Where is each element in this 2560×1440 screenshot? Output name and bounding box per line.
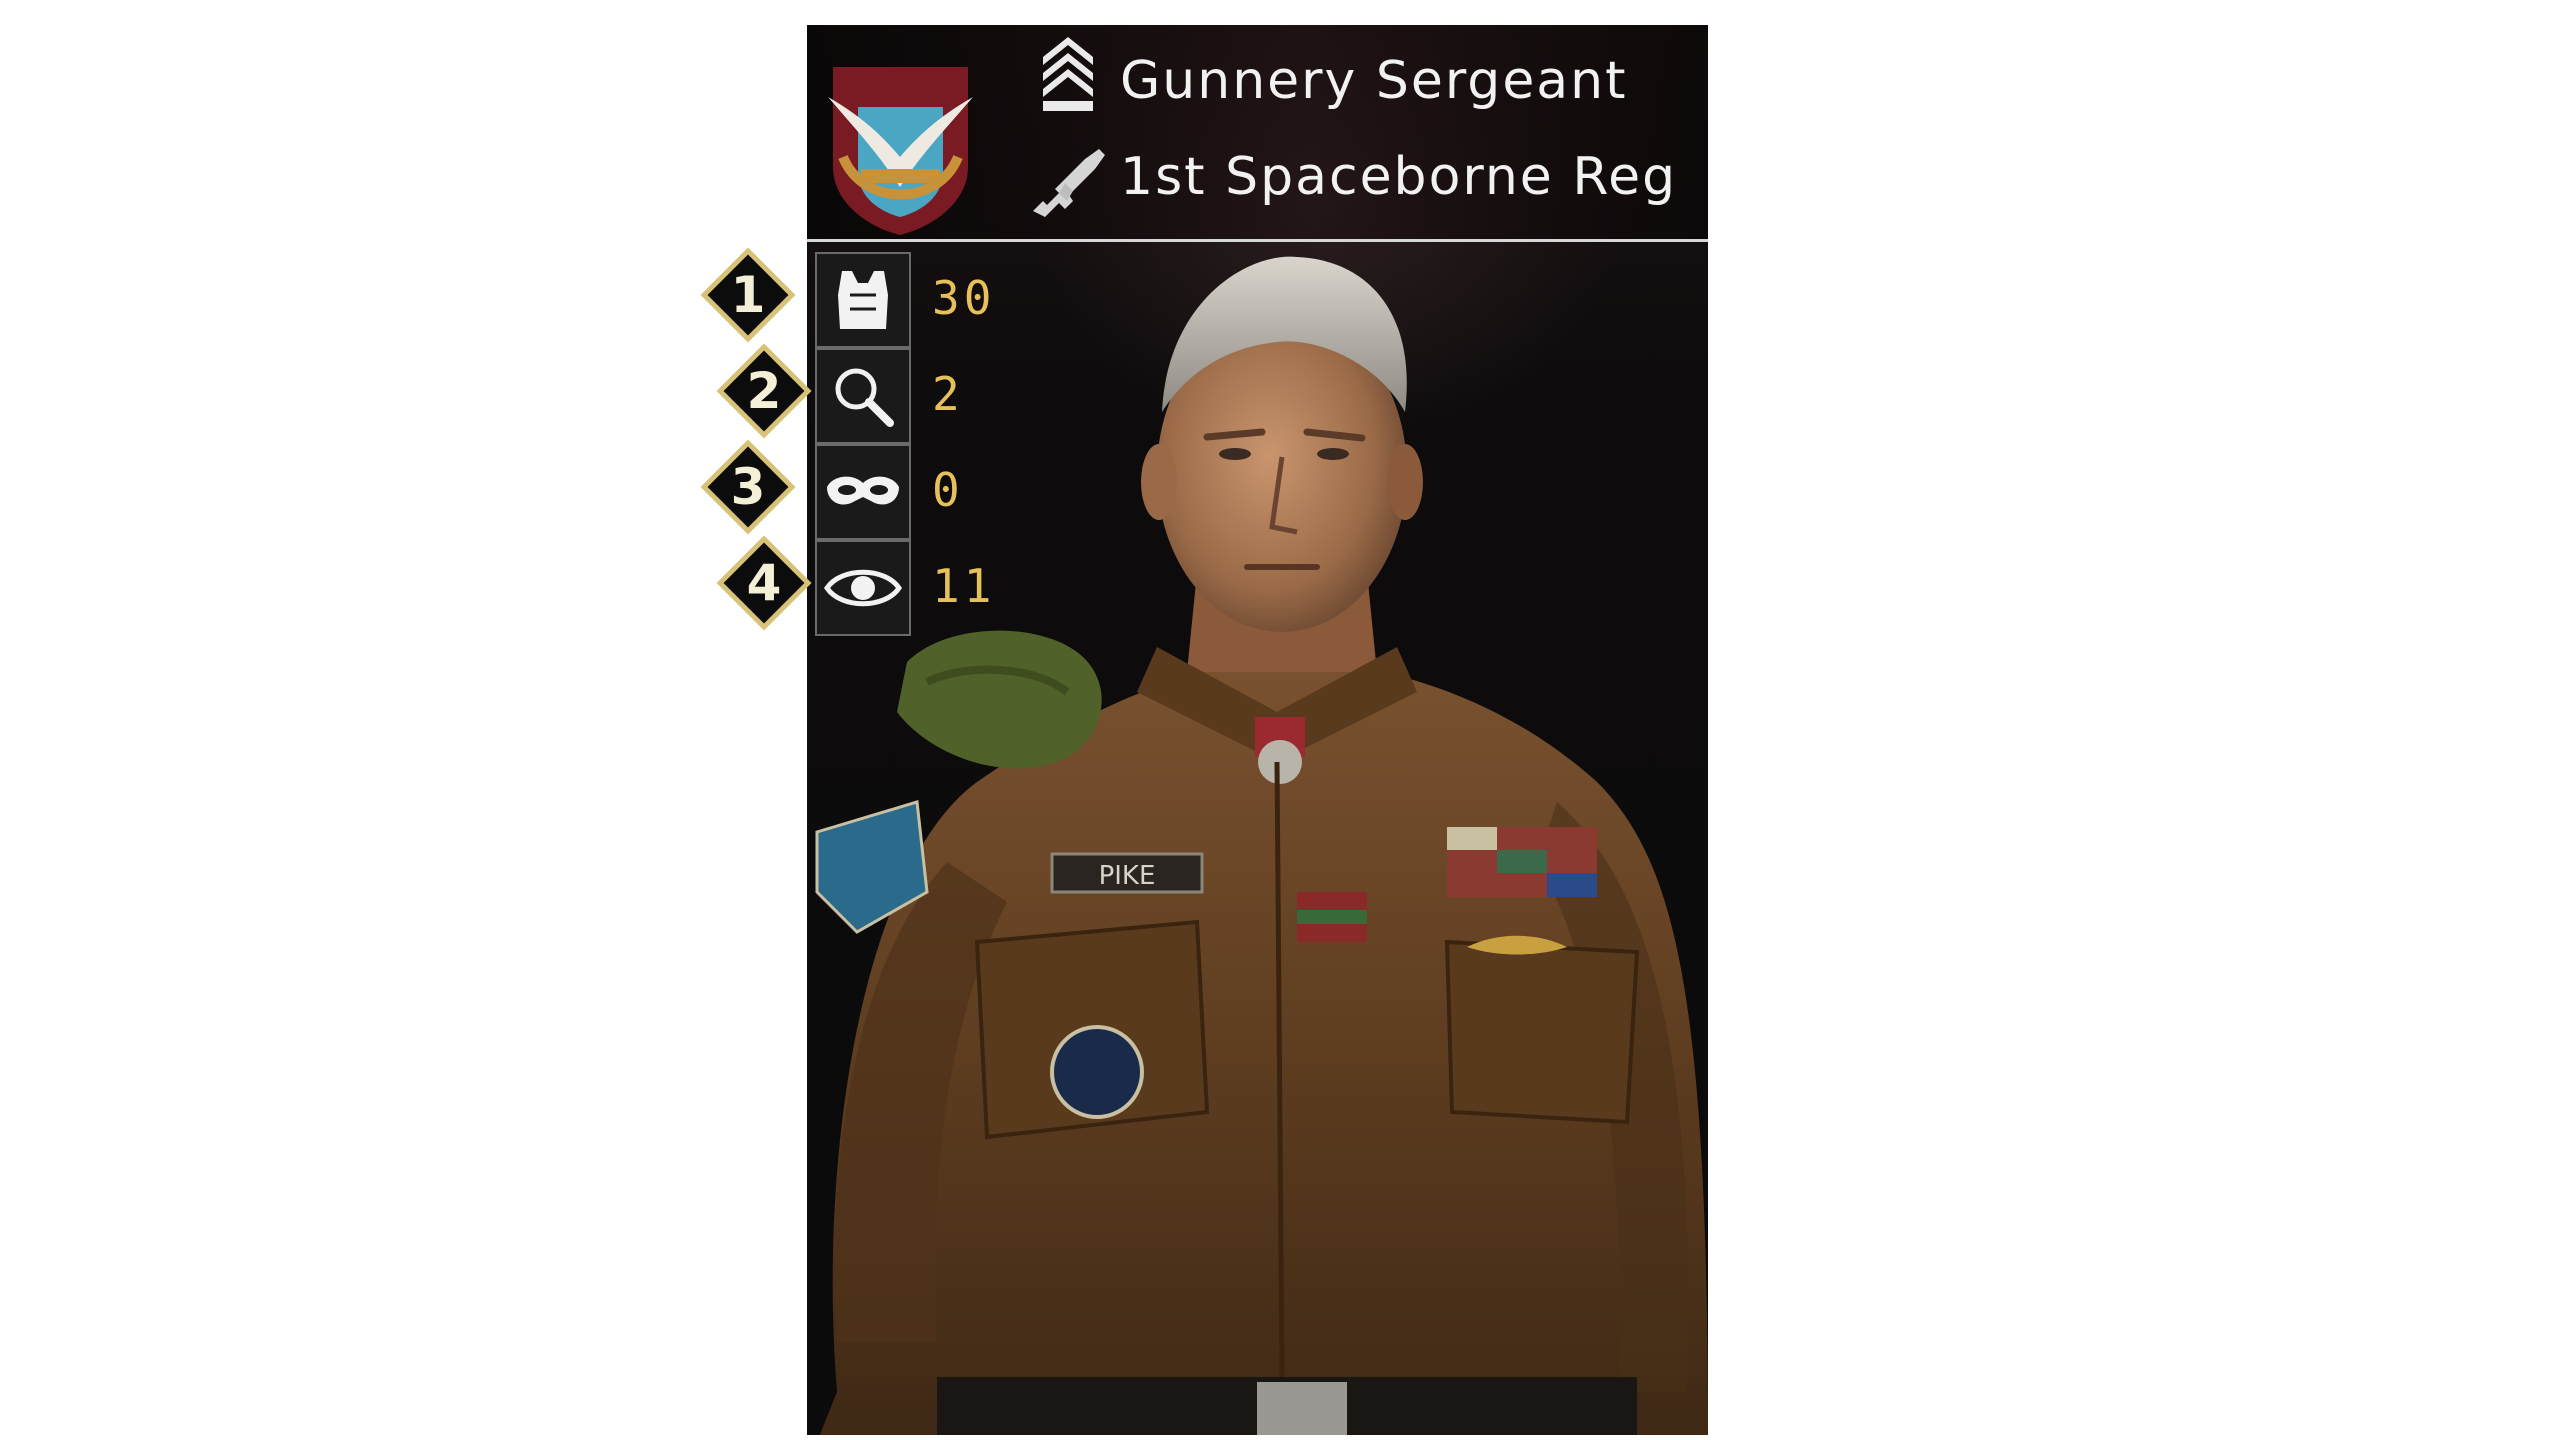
soldier-card[interactable]: PIKE Gunnery Sergeant 1st Spaceborne Reg… — [807, 25, 1708, 1435]
magnifier-icon — [835, 368, 894, 427]
stat-stealth-slot[interactable] — [815, 444, 911, 540]
callout-number: 4 — [746, 554, 782, 612]
stat-armor-value: 30 — [932, 271, 996, 325]
callout-badge-2: 2 — [716, 343, 812, 439]
rank-title: Gunnery Sergeant — [1120, 51, 1628, 111]
stat-investigation-slot[interactable] — [815, 348, 911, 444]
stat-perception-value: 11 — [932, 559, 996, 613]
stat-armor-slot[interactable] — [815, 252, 911, 348]
regiment-name: 1st Spaceborne Reg — [1120, 147, 1678, 207]
stat-investigation-value: 2 — [932, 367, 964, 421]
header-divider — [807, 239, 1708, 242]
callout-badge-4: 4 — [716, 535, 812, 631]
name-tag-text: PIKE — [1099, 861, 1156, 891]
stat-perception-slot[interactable] — [815, 540, 911, 636]
rifle-icon — [1033, 149, 1105, 217]
gunnery-sergeant-chevrons-icon — [1043, 37, 1093, 111]
screen: PIKE Gunnery Sergeant 1st Spaceborne Reg… — [0, 0, 2560, 1440]
callout-badge-1: 1 — [700, 247, 796, 343]
callout-number: 1 — [730, 266, 766, 324]
body-armor-icon — [838, 271, 888, 329]
callout-number: 3 — [730, 458, 766, 516]
eye-icon — [823, 569, 903, 607]
callout-number: 2 — [746, 362, 782, 420]
spaceborne-emblem — [828, 67, 973, 235]
callout-badge-3: 3 — [700, 439, 796, 535]
stat-stealth-value: 0 — [932, 463, 964, 517]
mask-icon — [827, 476, 899, 505]
